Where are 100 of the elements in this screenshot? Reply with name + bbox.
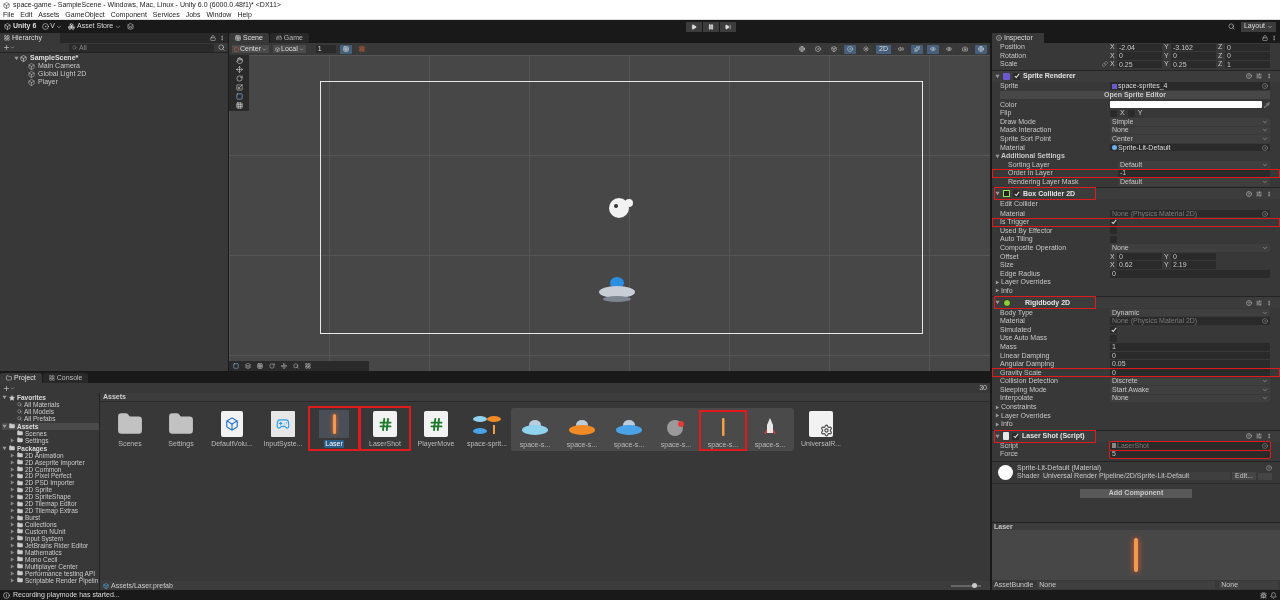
checkbox[interactable] — [1110, 227, 1117, 235]
help-icon[interactable] — [1246, 299, 1252, 306]
transform-tool-icon[interactable] — [235, 102, 243, 109]
presets-icon[interactable] — [1256, 299, 1262, 306]
more-icon[interactable] — [1266, 73, 1272, 80]
link-icon[interactable] — [1102, 61, 1108, 68]
bug-icon[interactable] — [1260, 591, 1267, 599]
color-field[interactable] — [1110, 101, 1262, 109]
expand-arrow-icon[interactable] — [10, 480, 15, 486]
gizmos-button[interactable] — [975, 44, 987, 54]
more-icon[interactable] — [1266, 299, 1272, 306]
foldout-arrow-icon[interactable] — [995, 153, 1000, 159]
expand-arrow-icon[interactable] — [10, 459, 15, 465]
expand-arrow-icon[interactable] — [2, 445, 7, 451]
notification-icon[interactable] — [1270, 591, 1277, 599]
checkbox[interactable] — [1110, 218, 1117, 226]
checkbox[interactable] — [1110, 109, 1117, 117]
presets-icon[interactable] — [1256, 73, 1262, 80]
presets-icon[interactable] — [1256, 190, 1262, 197]
plus-icon — [3, 44, 10, 51]
camera-button[interactable] — [959, 44, 971, 54]
enabled-checkbox[interactable] — [1013, 72, 1020, 80]
checkbox[interactable] — [1127, 109, 1135, 117]
object-picker-icon[interactable] — [1262, 210, 1268, 217]
slider-thumb[interactable] — [971, 582, 977, 588]
help-icon[interactable] — [1246, 433, 1252, 440]
lock-icon[interactable] — [1262, 35, 1268, 41]
grid-icon[interactable] — [257, 363, 263, 369]
rotate-icon[interactable] — [269, 363, 275, 369]
help-icon[interactable] — [1266, 465, 1272, 472]
foldout-arrow-icon[interactable] — [995, 73, 1000, 79]
layers-icon[interactable] — [245, 363, 251, 369]
search-icon[interactable] — [293, 363, 299, 369]
lock-icon[interactable] — [210, 35, 216, 41]
move-tool-icon[interactable] — [235, 66, 243, 73]
object-picker-icon[interactable] — [1262, 83, 1268, 90]
foldout-arrow-icon[interactable] — [995, 288, 1000, 294]
expand-arrow-icon[interactable] — [10, 437, 15, 443]
presets-icon[interactable] — [1256, 433, 1262, 440]
pause-button[interactable] — [703, 21, 720, 32]
visibility-button[interactable] — [927, 44, 939, 54]
object-picker-icon[interactable] — [1262, 318, 1268, 325]
foldout-arrow-icon[interactable] — [995, 191, 1000, 197]
foldout-arrow-icon[interactable] — [995, 300, 1000, 306]
foldout-arrow-icon[interactable] — [995, 421, 1000, 427]
scale-tool-icon[interactable] — [235, 84, 243, 91]
expand-arrow-icon[interactable] — [14, 55, 19, 61]
expand-arrow-icon[interactable] — [10, 570, 15, 576]
expand-arrow-icon[interactable] — [10, 508, 15, 514]
grid-snap-button[interactable] — [339, 44, 352, 54]
expand-arrow-icon[interactable] — [10, 515, 15, 521]
expand-arrow-icon[interactable] — [10, 528, 15, 534]
more-icon[interactable] — [1271, 35, 1277, 41]
expand-arrow-icon[interactable] — [10, 466, 15, 472]
effects-button[interactable] — [911, 44, 923, 54]
rect-icon[interactable] — [233, 363, 239, 369]
expand-arrow-icon[interactable] — [10, 563, 15, 569]
expand-arrow-icon[interactable] — [2, 395, 7, 400]
checkbox[interactable] — [1110, 326, 1117, 334]
create-button[interactable] — [3, 384, 15, 392]
help-icon[interactable] — [1246, 190, 1252, 197]
enabled-checkbox[interactable] — [1013, 190, 1020, 198]
expand-arrow-icon[interactable] — [10, 535, 15, 541]
create-button[interactable] — [3, 44, 15, 51]
more-icon[interactable] — [1266, 190, 1272, 197]
move-icon[interactable] — [281, 363, 287, 369]
version-control-icon[interactable] — [127, 23, 135, 30]
expand-arrow-icon[interactable] — [10, 577, 15, 583]
expand-arrow-icon[interactable] — [10, 487, 15, 493]
expand-arrow-icon[interactable] — [10, 522, 15, 528]
search-icon[interactable] — [1227, 23, 1235, 30]
more-icon[interactable] — [1266, 433, 1272, 440]
object-picker-icon[interactable] — [1262, 442, 1268, 449]
eyedropper-icon[interactable] — [1264, 101, 1270, 108]
foldout-arrow-icon[interactable] — [995, 279, 1000, 285]
sprite-renderer-icon — [1003, 72, 1010, 80]
rotate-tool-icon[interactable] — [235, 75, 243, 82]
expand-arrow-icon[interactable] — [10, 542, 15, 548]
expand-arrow-icon[interactable] — [2, 423, 7, 429]
enabled-checkbox[interactable] — [1012, 432, 1019, 440]
expand-arrow-icon[interactable] — [10, 452, 15, 458]
zoom-slider[interactable] — [951, 584, 981, 587]
caret-icon — [56, 23, 62, 30]
scene-search-icon[interactable] — [218, 44, 225, 51]
hand-tool-icon[interactable] — [235, 57, 243, 64]
expand-arrow-icon[interactable] — [10, 549, 15, 555]
foldout-arrow-icon[interactable] — [995, 433, 1000, 439]
help-icon[interactable] — [1246, 73, 1252, 80]
play-button[interactable] — [686, 21, 703, 32]
expand-arrow-icon[interactable] — [10, 501, 15, 507]
expand-arrow-icon[interactable] — [10, 473, 15, 479]
more-icon[interactable] — [219, 35, 225, 41]
foldout-arrow-icon[interactable] — [995, 413, 1000, 419]
expand-arrow-icon[interactable] — [10, 556, 15, 562]
rect-tool-icon[interactable] — [235, 93, 243, 100]
expand-arrow-icon[interactable] — [10, 494, 15, 500]
object-picker-icon[interactable] — [1262, 144, 1268, 151]
tiles-icon[interactable] — [305, 363, 311, 369]
step-button[interactable] — [720, 21, 737, 32]
foldout-arrow-icon[interactable] — [995, 404, 1000, 410]
